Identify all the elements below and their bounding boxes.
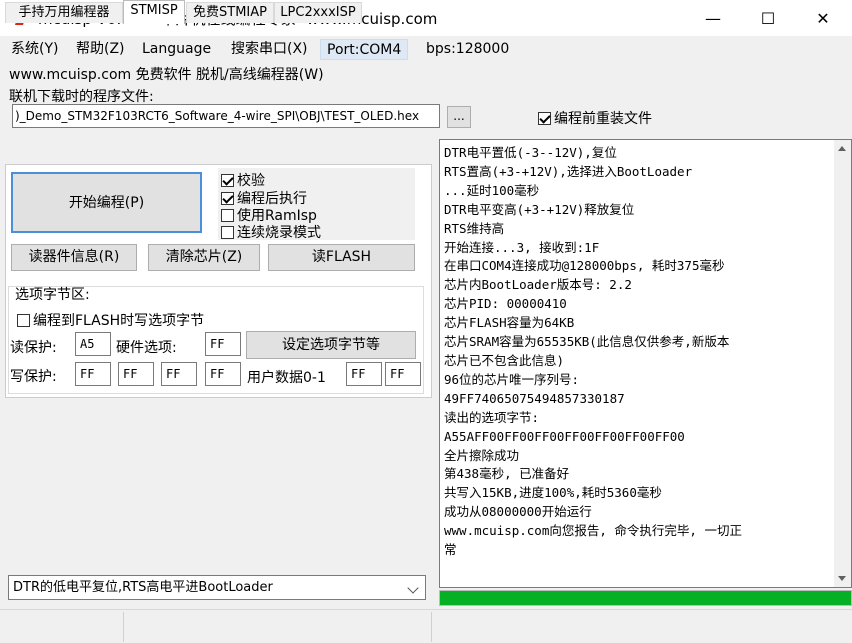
- menu-language[interactable]: Language: [140, 39, 213, 60]
- log-line: 芯片PID: 00000410: [444, 296, 567, 312]
- log-line: www.mcuisp.com向您报告, 命令执行完毕, 一切正: [444, 523, 742, 539]
- log-line: DTR电平置低(-3--12V),复位: [444, 145, 617, 160]
- log-line: ...延时100毫秒: [444, 182, 540, 198]
- write-protect-input-0[interactable]: FF: [75, 362, 111, 386]
- start-program-button[interactable]: 开始编程(P): [11, 172, 202, 233]
- tab-handheld-programmer[interactable]: 手持万用编程器: [5, 2, 123, 23]
- log-line: 读出的选项字节:: [444, 409, 540, 425]
- log-line: 芯片FLASH容量为64KB: [444, 315, 575, 331]
- reset-mode-select[interactable]: DTR的低电平复位,RTS高电平进BootLoader: [8, 575, 426, 600]
- read-flash-button[interactable]: 读FLASH: [268, 244, 415, 271]
- continuous-burn-checkbox[interactable]: 连续烧录模式: [221, 222, 321, 242]
- scroll-down-icon[interactable]: [838, 576, 846, 581]
- log-line: 在串口COM4连接成功@128000bps, 耗时375毫秒: [444, 258, 725, 274]
- progress-fill: [440, 591, 851, 605]
- file-label: 联机下载时的程序文件:: [9, 89, 154, 105]
- option-bytes-title: 选项字节区:: [15, 287, 90, 303]
- user-data-input-0[interactable]: FF: [346, 362, 382, 386]
- write-option-on-flash-checkbox[interactable]: 编程到FLASH时写选项字节: [17, 310, 204, 330]
- set-option-bytes-button[interactable]: 设定选项字节等: [246, 331, 416, 359]
- hw-option-input[interactable]: FF: [205, 332, 241, 356]
- reset-mode-value: DTR的低电平复位,RTS高电平进BootLoader: [13, 580, 273, 595]
- chevron-down-icon: [407, 582, 419, 594]
- write-protect-input-1[interactable]: FF: [118, 362, 154, 386]
- file-path-input[interactable]: )_Demo_STM32F103RCT6_Software_4-wire_SPI…: [12, 104, 440, 128]
- menu-port[interactable]: Port:COM4: [320, 39, 409, 60]
- log-line: 开始连接...3, 接收到:1F: [444, 239, 600, 255]
- menu-offline-programmer[interactable]: www.mcuisp.com 免费软件 脱机/高线编程器(W): [9, 64, 324, 84]
- run-after-checkbox-box: [221, 191, 234, 205]
- reload-checkbox-box: [538, 111, 551, 125]
- scroll-up-icon[interactable]: [838, 146, 846, 151]
- tab-free-stmiap[interactable]: 免费STMIAP: [186, 2, 274, 23]
- reload-before-program-checkbox[interactable]: 编程前重装文件: [538, 108, 652, 128]
- continuous-checkbox-label: 连续烧录模式: [237, 225, 321, 241]
- erase-chip-button[interactable]: 清除芯片(Z): [148, 244, 260, 271]
- log-line: 49FF74065075494857330187: [444, 390, 625, 406]
- write-protect-input-3[interactable]: FF: [205, 362, 241, 386]
- ramisp-checkbox-box: [221, 208, 234, 222]
- status-separator: [123, 612, 124, 642]
- reload-checkbox-label: 编程前重装文件: [554, 111, 652, 127]
- hw-option-label: 硬件选项:: [116, 340, 177, 356]
- log-line: 芯片内BootLoader版本号: 2.2: [444, 277, 632, 293]
- close-button[interactable]: ✕: [800, 0, 846, 36]
- log-line: 96位的芯片唯一序列号:: [444, 371, 580, 387]
- log-line: RTS维持高: [444, 220, 505, 236]
- log-scrollbar[interactable]: [834, 140, 851, 587]
- continuous-checkbox-box: [221, 225, 234, 239]
- write-protect-label: 写保护:: [10, 369, 57, 385]
- log-line: 第438毫秒, 已准备好: [444, 466, 570, 482]
- log-output[interactable]: DTR电平置低(-3--12V),复位 RTS置高(+3-+12V),选择进入Bo…: [439, 139, 852, 588]
- menu-system[interactable]: 系统(Y): [9, 39, 60, 60]
- menu-bar: 系统(Y) 帮助(Z) Language 搜索串口(X) Port:COM4 b…: [0, 37, 852, 61]
- read-protect-input[interactable]: A5: [75, 332, 111, 356]
- write-option-checkbox-label: 编程到FLASH时写选项字节: [33, 313, 205, 329]
- status-bar: [0, 609, 852, 643]
- log-line: DTR电平变高(+3-+12V)释放复位: [444, 201, 635, 217]
- browse-button[interactable]: ...: [447, 106, 471, 128]
- log-line: A55AFF00FF00FF00FF00FF00FF00FF00: [444, 428, 685, 444]
- log-line: 全片擦除成功: [444, 447, 520, 463]
- menu-search-port[interactable]: 搜索串口(X): [229, 39, 310, 60]
- verify-checkbox-label: 校验: [237, 173, 265, 189]
- maximize-button[interactable]: ☐: [745, 0, 791, 36]
- read-protect-label: 读保护:: [10, 340, 57, 356]
- write-protect-input-2[interactable]: FF: [161, 362, 197, 386]
- verify-checkbox[interactable]: 校验: [221, 170, 265, 190]
- write-option-checkbox-box: [17, 313, 30, 327]
- verify-checkbox-box: [221, 173, 234, 187]
- log-line: RTS置高(+3-+12V),选择进入BootLoader: [444, 163, 693, 179]
- log-line: 常: [444, 542, 457, 558]
- menu-bps[interactable]: bps:128000: [424, 39, 511, 60]
- tab-lpc2xxxisp[interactable]: LPC2xxxISP: [274, 2, 362, 23]
- log-line: 芯片SRAM容量为65535KB(此信息仅供参考,新版本: [444, 334, 730, 350]
- log-line: 芯片已不包含此信息): [444, 352, 565, 368]
- status-separator: [431, 612, 432, 642]
- menu-help[interactable]: 帮助(Z): [74, 39, 127, 60]
- user-data-label: 用户数据0-1: [247, 370, 326, 386]
- tab-stmisp[interactable]: STMISP: [123, 0, 185, 24]
- minimize-button[interactable]: —: [690, 0, 736, 36]
- progress-bar: [439, 590, 852, 606]
- read-device-info-button[interactable]: 读器件信息(R): [11, 244, 137, 271]
- log-line: 共写入15KB,进度100%,耗时5360毫秒: [444, 485, 662, 501]
- log-lines: DTR电平置低(-3--12V),复位 RTS置高(+3-+12V),选择进入Bo…: [444, 144, 742, 560]
- log-line: 成功从08000000开始运行: [444, 504, 592, 520]
- user-data-input-1[interactable]: FF: [385, 362, 421, 386]
